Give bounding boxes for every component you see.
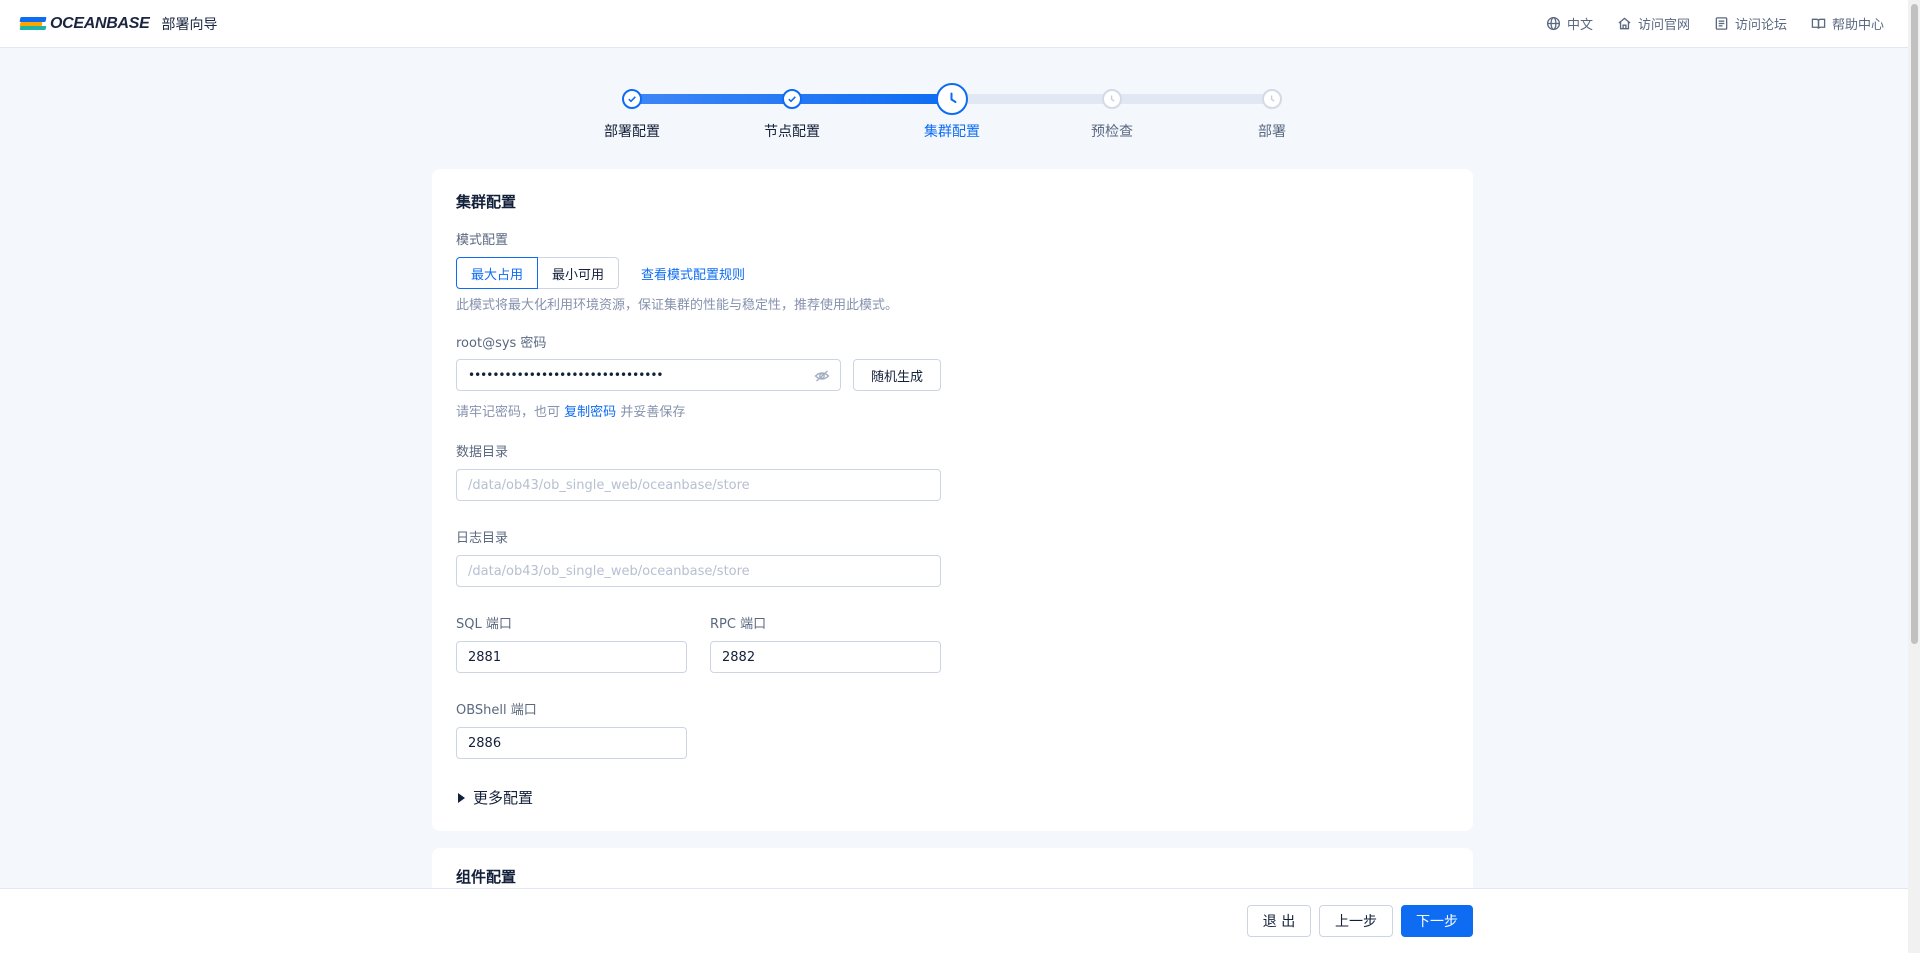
password-hint: 请牢记密码，也可 复制密码 并妥善保存	[456, 401, 685, 420]
mode-segmented-control: 最大占用 最小可用	[456, 257, 620, 289]
check-icon	[622, 89, 642, 109]
forum-icon	[1715, 17, 1728, 30]
eye-invisible-icon[interactable]	[814, 368, 830, 384]
visit-forum-label: 访问论坛	[1734, 18, 1787, 33]
prev-step-button[interactable]: 上一步	[1319, 905, 1393, 937]
password-hint-prefix: 请牢记密码，也可	[456, 405, 561, 420]
rpc-port-input[interactable]: 2882	[710, 641, 941, 673]
progress-steps: 部署配置 节点配置 集群配置 预检查 部署	[604, 80, 1286, 150]
visit-forum-link[interactable]: 访问论坛	[1714, 14, 1787, 33]
mode-option-max[interactable]: 最大占用	[456, 257, 539, 289]
page-scrollbar[interactable]	[1908, 0, 1920, 953]
language-label: 中文	[1566, 18, 1593, 33]
help-center-label: 帮助中心	[1831, 18, 1884, 33]
rpc-port-label: RPC 端口	[710, 617, 767, 632]
globe-icon	[1546, 16, 1561, 31]
random-generate-button[interactable]: 随机生成	[853, 359, 941, 391]
mode-hint: 此模式将最大化利用环境资源，保证集群的性能与稳定性，推荐使用此模式。	[456, 298, 899, 313]
language-switch[interactable]: 中文	[1546, 14, 1593, 33]
log-dir-input[interactable]: /data/ob43/ob_single_web/oceanbase/store	[456, 555, 941, 587]
oceanbase-logo[interactable]: OCEANBASE	[19, 14, 150, 33]
caret-right-icon	[458, 792, 465, 803]
obshell-port-input[interactable]: 2886	[456, 727, 687, 759]
step-cluster-config: 集群配置	[892, 80, 1012, 141]
exit-button[interactable]: 退 出	[1247, 905, 1311, 937]
next-step-button[interactable]: 下一步	[1401, 905, 1473, 937]
visit-website-link[interactable]: 访问官网	[1617, 14, 1690, 33]
password-hint-suffix: 并妥善保存	[620, 405, 686, 420]
header-links: 中文 访问官网 访问论坛 帮助中心	[1546, 14, 1884, 33]
mode-label: 模式配置	[456, 233, 509, 248]
step-deploy-config: 部署配置	[572, 80, 692, 141]
book-icon	[1811, 18, 1826, 29]
logo-text: OCEANBASE	[50, 14, 150, 32]
brand: OCEANBASE 部署向导	[19, 14, 218, 34]
step-label: 集群配置	[924, 124, 980, 140]
password-label: root@sys 密码	[456, 336, 547, 351]
more-config-toggle[interactable]: 更多配置	[458, 787, 533, 808]
step-label: 部署	[1258, 124, 1286, 140]
clock-icon	[1262, 89, 1282, 109]
clock-icon	[936, 83, 968, 115]
top-header: OCEANBASE 部署向导 中文 访问官网 访问论坛 帮助中心	[0, 0, 1908, 48]
check-icon	[782, 89, 802, 109]
data-dir-label: 数据目录	[456, 445, 509, 460]
step-label: 节点配置	[764, 124, 820, 140]
help-center-link[interactable]: 帮助中心	[1811, 14, 1884, 33]
step-label: 部署配置	[604, 124, 660, 140]
step-deploy: 部署	[1212, 80, 1332, 141]
card-title: 集群配置	[456, 193, 517, 211]
password-input[interactable]: ••••••••••••••••••••••••••••••••	[456, 359, 841, 391]
step-label: 预检查	[1091, 124, 1133, 140]
log-dir-label: 日志目录	[456, 531, 509, 546]
home-icon	[1618, 17, 1631, 30]
scrollbar-thumb[interactable]	[1911, 4, 1918, 644]
visit-website-label: 访问官网	[1637, 18, 1690, 33]
obshell-port-label: OBShell 端口	[456, 703, 537, 718]
copy-password-link[interactable]: 复制密码	[564, 405, 616, 420]
more-config-label: 更多配置	[473, 789, 534, 807]
logo-icon	[19, 16, 47, 31]
clock-icon	[1102, 89, 1122, 109]
cluster-config-card: 集群配置 模式配置 最大占用 最小可用 查看模式配置规则 此模式将最大化利用环境…	[432, 169, 1473, 831]
card-title: 组件配置	[456, 868, 517, 886]
password-value: ••••••••••••••••••••••••••••••••	[468, 368, 663, 382]
mode-rule-link[interactable]: 查看模式配置规则	[641, 264, 745, 283]
mode-option-min[interactable]: 最小可用	[538, 257, 620, 289]
sql-port-label: SQL 端口	[456, 617, 512, 632]
footer-bar: 退 出 上一步 下一步	[0, 888, 1908, 953]
step-node-config: 节点配置	[732, 80, 852, 141]
sql-port-input[interactable]: 2881	[456, 641, 687, 673]
data-dir-input[interactable]: /data/ob43/ob_single_web/oceanbase/store	[456, 469, 941, 501]
step-precheck: 预检查	[1052, 80, 1172, 141]
app-name: 部署向导	[161, 16, 218, 33]
